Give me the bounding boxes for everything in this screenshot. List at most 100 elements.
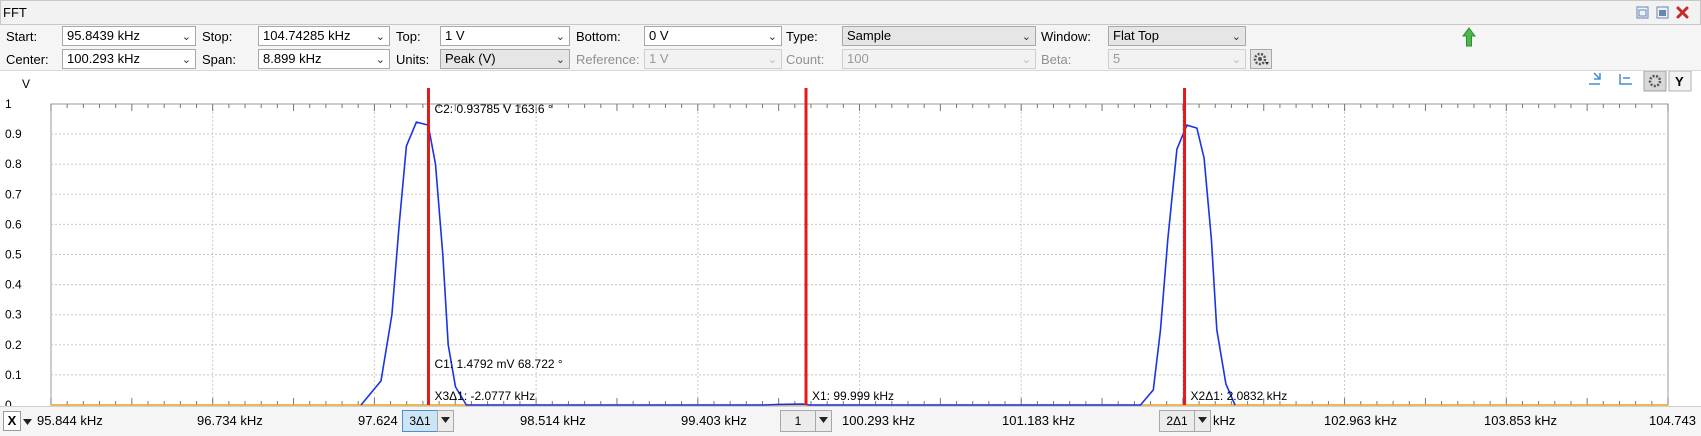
count-value: 100 [847,51,869,66]
x-tick-label: 104.743 [1649,413,1696,428]
y-tick-label: 0.3 [5,308,22,322]
reference-label: Reference: [576,52,640,67]
window-function-value: Flat Top [1113,28,1160,43]
beta-label: Beta: [1041,52,1072,67]
y-axis-button[interactable]: Y [1675,74,1684,89]
window-title: FFT [3,5,27,20]
bottom-select[interactable]: 0 V ⌄ [644,26,782,46]
x1-selector-value: 1 [794,414,802,428]
y-tick-label: 0.1 [5,368,22,382]
chevron-down-icon: ⌄ [1231,31,1241,43]
bottom-label: Bottom: [576,29,621,44]
y-tick-label: 0.4 [5,278,22,292]
units-value: Peak (V) [445,51,496,66]
y-tick-label: 0.8 [5,157,22,171]
span-select[interactable]: 8.899 kHz ⌄ [258,49,390,69]
y-tick-label: 1 [5,97,12,111]
x1-marker-selector[interactable]: 1 [780,410,816,432]
restore-icon[interactable] [1635,5,1650,20]
y-tick-label: 0.2 [5,338,22,352]
chevron-down-icon: ⌄ [767,54,777,66]
chevron-down-icon: ⌄ [767,31,777,43]
fft-settings-panel: Start: 95.8439 kHz ⌄ Stop: 104.74285 kHz ⌄… [0,25,1701,71]
settings-gear-button[interactable] [1250,49,1272,69]
chevron-down-icon: ⌄ [1231,54,1241,66]
chevron-down-icon: ⌄ [555,31,565,43]
y-tick-label: 0 [5,398,12,406]
top-select[interactable]: 1 V ⌄ [440,26,570,46]
start-select[interactable]: 95.8439 kHz ⌄ [62,26,196,46]
start-label: Start: [6,29,38,44]
fft-plot-area[interactable]: 1 0.9 0.8 0.7 0.6 0.5 0.4 0.3 0.2 0.1 0 V C2: 0.9378… [0,70,1701,412]
zoom-fit-icon[interactable] [1589,72,1601,85]
x1-selector-dropdown[interactable] [815,410,832,432]
center-label: Center: [6,52,49,67]
x2-marker-selector[interactable]: 2Δ1 [1159,410,1195,432]
chevron-down-icon: ⌄ [181,31,191,43]
triangle-down-icon [440,417,450,423]
autoscale-icon[interactable] [1619,74,1632,85]
y-tick-label: 0.9 [5,127,22,141]
x2-selector-dropdown[interactable] [1194,410,1211,432]
gear-icon [1253,52,1269,66]
span-label: Span: [202,52,236,67]
center-value: 100.293 kHz [67,51,140,66]
chevron-down-icon: ⌄ [181,54,191,66]
count-label: Count: [786,52,825,67]
type-label: Type: [786,29,818,44]
chevron-down-icon: ⌄ [1021,54,1031,66]
bottom-value: 0 V [649,28,669,43]
x-tick-label: 99.403 kHz [681,413,747,428]
x-axis-bar: X 95.844 kHz 96.734 kHz 97.624 3Δ1 98.51… [0,406,1701,436]
y-tick-label: 0.6 [5,217,22,231]
triangle-down-icon [23,419,32,425]
c2-readout: C2: 0.93785 V 163.6 ° [434,102,552,116]
top-value: 1 V [445,28,465,43]
window-function-select[interactable]: Flat Top ⌄ [1108,26,1246,46]
center-select[interactable]: 100.293 kHz ⌄ [62,49,196,69]
x3-marker-selector[interactable]: 3Δ1 [402,410,438,432]
x3-selector-value: 3Δ1 [409,414,431,428]
count-select: 100 ⌄ [842,49,1036,69]
x-axis-button[interactable]: X [3,411,21,431]
span-value: 8.899 kHz [263,51,322,66]
c1-readout: C1: 1.4792 mV 68.722 ° [434,357,562,371]
triangle-down-icon [818,417,828,423]
x-tick-label: 101.183 kHz [1002,413,1075,428]
maximize-icon[interactable] [1655,5,1670,20]
x3-readout: X3Δ1: -2.0777 kHz [434,389,535,403]
x-tick-label: 96.734 kHz [197,413,263,428]
stop-select[interactable]: 104.74285 kHz ⌄ [258,26,390,46]
triangle-down-icon [1197,417,1207,423]
spectrum-chart[interactable]: 1 0.9 0.8 0.7 0.6 0.5 0.4 0.3 0.2 0.1 0 V C2: 0.9378… [0,70,1701,412]
chevron-down-icon: ⌄ [1021,31,1031,43]
reference-value: 1 V [649,51,669,66]
chevron-down-icon: ⌄ [555,54,565,66]
x-tick-label: 100.293 kHz [842,413,915,428]
x-tick-label: 103.853 kHz [1484,413,1557,428]
x2-selector-value: 2Δ1 [1166,414,1188,428]
window-label: Window: [1041,29,1091,44]
x1-readout: X1: 99.999 kHz [812,389,894,403]
units-label: Units: [396,52,430,67]
beta-value: 5 [1113,51,1121,66]
x-tick-label: 102.963 kHz [1324,413,1397,428]
y-tick-label: 0.7 [5,187,22,201]
x-tick-label: kHz [1213,413,1236,428]
chevron-down-icon: ⌄ [375,54,385,66]
x3-selector-dropdown[interactable] [437,410,454,432]
units-select[interactable]: Peak (V) ⌄ [440,49,570,69]
stop-value: 104.74285 kHz [263,28,351,43]
type-value: Sample [847,28,892,43]
y-axis-unit: V [22,77,30,91]
chevron-down-icon: ⌄ [375,31,385,43]
close-icon[interactable] [1675,5,1690,20]
gear-button-bg [1643,70,1667,92]
type-select[interactable]: Sample ⌄ [842,26,1036,46]
x2-readout: X2Δ1: 2.0832 kHz [1191,389,1288,403]
y-tick-label: 0.5 [5,248,22,262]
arrow-up-icon[interactable] [1462,27,1476,47]
x-axis-menu-arrow[interactable] [22,415,34,430]
beta-select: 5 ⌄ [1108,49,1246,69]
x-tick-label: 98.514 kHz [520,413,586,428]
